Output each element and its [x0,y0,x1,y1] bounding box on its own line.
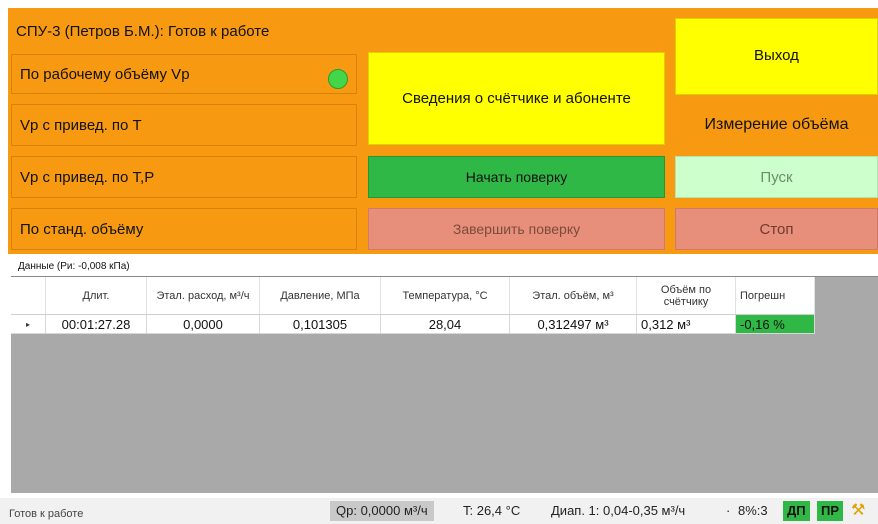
cell-duration: 00:01:27.28 [45,314,147,334]
stop-button[interactable]: Стоп [675,208,878,250]
table-row[interactable]: ▸ 00:01:27.28 0,0000 0,101305 28,04 0,31… [11,314,815,334]
cell-error: -0,16 % [735,314,815,334]
start-check-label: Начать поверку [465,169,568,185]
exit-button[interactable]: Выход [675,18,878,95]
status-bar: Готов к работе Qр: 0,0000 м³/ч T: 26,4 °… [0,498,878,524]
cell-flow: 0,0000 [146,314,260,334]
status-ratio: 8%:3 [738,503,768,518]
col-meter-volume[interactable]: Объём по счётчику [636,277,736,315]
status-separator: · [726,503,731,518]
status-text: Готов к работе [9,508,84,520]
start-label: Пуск [760,168,793,186]
status-flow: Qр: 0,0000 м³/ч [330,501,434,521]
cell-ref-volume: 0,312497 м³ [509,314,637,334]
volume-measurement-header: Измерение объёма [675,104,878,146]
mode-standard-volume-label: По станд. объёму [20,220,144,238]
col-error[interactable]: Погрешн [735,277,815,315]
mode-vp-temp-pressure-label: Vp с привед. по T,P [20,168,155,186]
start-check-button[interactable]: Начать поверку [368,156,665,198]
cell-pressure: 0,101305 [259,314,381,334]
mode-working-volume-label: По рабочему объёму Vp [20,65,190,83]
table-header-row: Длит. Этал. расход, м³/ч Давление, МПа Т… [11,277,815,315]
status-lamp-icon [328,69,348,89]
tools-icon[interactable]: ⚒ [851,501,865,521]
row-pointer-icon: ▸ [11,314,46,334]
volume-measurement-title: Измерение объёма [704,116,849,133]
col-ref-flow[interactable]: Этал. расход, м³/ч [146,277,260,315]
mode-standard-volume[interactable]: По станд. объёму [11,208,357,250]
row-header-corner [11,277,46,315]
page-title: СПУ-3 (Петров Б.М.): Готов к работе [16,23,270,40]
col-duration[interactable]: Длит. [45,277,147,315]
col-ref-volume[interactable]: Этал. объём, м³ [509,277,637,315]
col-temperature[interactable]: Температура, °C [380,277,510,315]
cell-meter-volume: 0,312 м³ [636,314,736,334]
status-dp-badge[interactable]: ДП [783,501,810,521]
mode-vp-temp-label: Vp с привед. по T [20,116,142,134]
status-pr-badge[interactable]: ПР [817,501,844,521]
data-grid[interactable]: Длит. Этал. расход, м³/ч Давление, МПа Т… [11,276,878,493]
finish-check-button[interactable]: Завершить поверку [368,208,665,250]
cell-temperature: 28,04 [380,314,510,334]
exit-label: Выход [754,47,799,64]
mode-vp-temp[interactable]: Vp с привед. по T [11,104,357,146]
data-table: Длит. Этал. расход, м³/ч Давление, МПа Т… [11,277,815,334]
grid-caption: Данные (Ри: -0,008 кПа) [18,261,130,272]
start-button[interactable]: Пуск [675,156,878,198]
mode-vp-temp-pressure[interactable]: Vp с привед. по T,P [11,156,357,198]
col-pressure[interactable]: Давление, МПа [259,277,381,315]
status-temperature: T: 26,4 °C [463,503,521,518]
window-title-bar: СПУ-3 (Петров Б.М.): Готов к работе [8,18,666,45]
status-range: Диап. 1: 0,04-0,35 м³/ч [551,503,686,518]
meter-info-button[interactable]: Сведения о счётчике и абоненте [368,52,665,145]
finish-check-label: Завершить поверку [452,221,581,237]
meter-info-label: Сведения о счётчике и абоненте [402,90,631,107]
mode-working-volume[interactable]: По рабочему объёму Vp [11,54,357,94]
stop-label: Стоп [759,220,794,238]
